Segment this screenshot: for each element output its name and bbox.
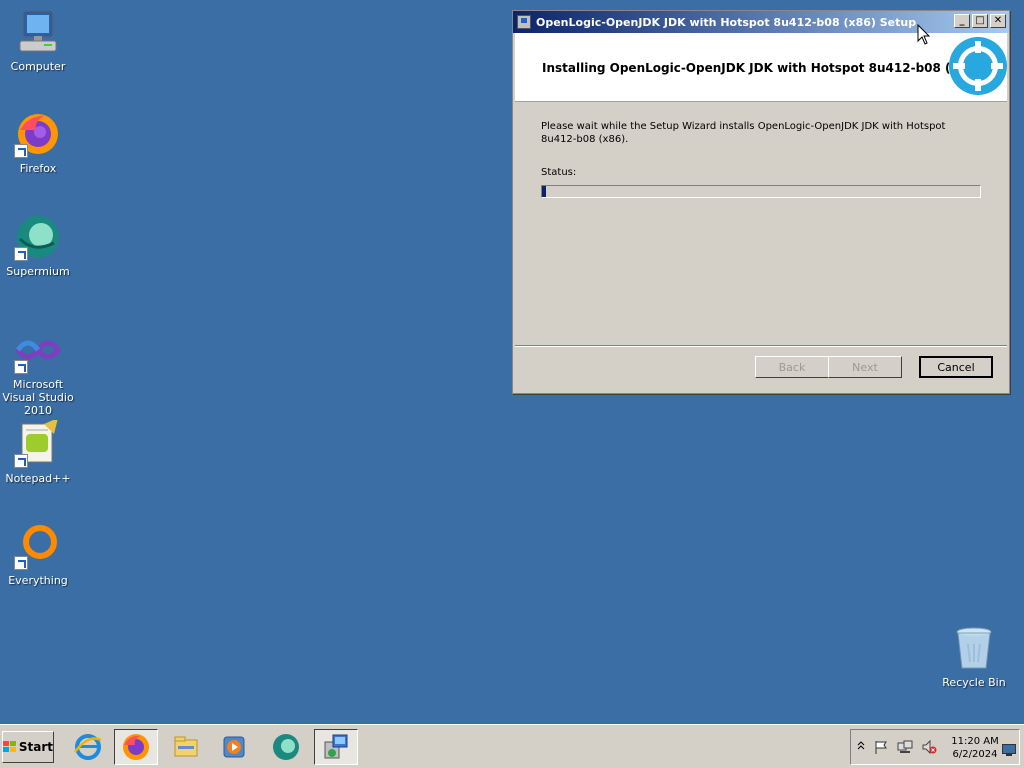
openlogic-logo-icon [949, 37, 1007, 95]
status-label: Status: [541, 167, 577, 178]
desktop-icon-supermium[interactable]: Supermium [0, 213, 78, 278]
shortcut-arrow-icon [14, 556, 28, 570]
media-player-icon [223, 736, 245, 758]
shortcut-arrow-icon [14, 454, 28, 468]
install-progress-bar [541, 185, 981, 198]
desktop-icon-label: Supermium [6, 265, 70, 278]
shortcut-arrow-icon [14, 360, 28, 374]
windows-logo-icon [3, 741, 17, 753]
maximize-icon: □ [975, 15, 985, 26]
desktop-icon-notepadpp[interactable]: Notepad++ [0, 418, 78, 485]
progress-fill [542, 186, 547, 197]
action-center-flag-icon[interactable] [873, 739, 889, 759]
clock-date: 6/2/2024 [952, 749, 998, 760]
firefox-icon [14, 110, 62, 158]
taskbar: Start 11:20 AM 6/2/2024 [0, 724, 1024, 768]
next-button[interactable]: Next [828, 356, 902, 378]
close-button[interactable]: ✕ [990, 14, 1006, 28]
desktop-icon-label: Firefox [19, 162, 57, 175]
desktop-icon-visual-studio[interactable]: Microsoft Visual Studio 2010 [0, 326, 78, 417]
taskbar-app-internet-explorer[interactable] [66, 729, 110, 765]
desktop-icon-everything[interactable]: Everything [0, 522, 78, 587]
shortcut-arrow-icon [14, 144, 28, 158]
volume-muted-icon[interactable] [921, 739, 937, 759]
desktop-icon-firefox[interactable]: Firefox [0, 110, 78, 175]
footer-divider [515, 345, 1007, 347]
desktop-icon-label: Notepad++ [5, 472, 71, 485]
installer-icon [517, 15, 531, 29]
notepadpp-icon [14, 418, 62, 468]
folder-icon [174, 736, 198, 757]
window-titlebar[interactable]: OpenLogic-OpenJDK JDK with Hotspot 8u412… [513, 11, 1009, 33]
firefox-icon [123, 734, 149, 760]
taskbar-app-setup-installer[interactable] [314, 729, 358, 765]
recycle-bin-icon [950, 624, 998, 672]
close-icon: ✕ [993, 15, 1003, 26]
taskbar-app-file-explorer[interactable] [164, 729, 208, 765]
minimize-button[interactable]: _ [954, 14, 970, 28]
setup-window[interactable]: OpenLogic-OpenJDK JDK with Hotspot 8u412… [512, 10, 1010, 394]
cancel-button[interactable]: Cancel [919, 356, 993, 378]
supermium-icon [14, 213, 62, 261]
window-title: OpenLogic-OpenJDK JDK with Hotspot 8u412… [536, 15, 917, 29]
taskbar-clock[interactable]: 11:20 AM 6/2/2024 [951, 735, 999, 761]
computer-icon [14, 8, 62, 56]
show-hidden-icons-chevron-icon[interactable] [857, 740, 865, 755]
internet-explorer-icon [73, 734, 102, 760]
everything-search-icon [14, 522, 62, 570]
desktop-icon-recycle-bin[interactable]: Recycle Bin [934, 624, 1014, 689]
taskbar-app-firefox[interactable] [114, 729, 158, 765]
wizard-description: Please wait while the Setup Wizard insta… [541, 121, 946, 145]
start-button[interactable]: Start [2, 731, 54, 763]
desktop-icon-label: Computer [10, 60, 66, 73]
desktop-icon-label: Recycle Bin [942, 676, 1006, 689]
shortcut-arrow-icon [14, 247, 28, 261]
taskbar-app-supermium[interactable] [264, 729, 308, 765]
clock-time: 11:20 AM [951, 736, 999, 747]
supermium-icon [273, 734, 299, 760]
wizard-header-title: Installing OpenLogic-OpenJDK JDK with Ho… [542, 61, 981, 75]
desktop-icon-label: Microsoft Visual Studio 2010 [2, 378, 74, 417]
wizard-header: Installing OpenLogic-OpenJDK JDK with Ho… [515, 33, 1007, 102]
installer-icon [324, 734, 348, 759]
system-tray: 11:20 AM 6/2/2024 [850, 729, 1020, 765]
visual-studio-icon [14, 326, 62, 374]
show-desktop-icon[interactable] [1002, 741, 1016, 760]
start-label: Start [18, 740, 53, 754]
maximize-button[interactable]: □ [972, 14, 988, 28]
desktop-icon-label: Everything [8, 574, 68, 587]
minimize-icon: _ [959, 15, 965, 26]
taskbar-app-media-player[interactable] [212, 729, 256, 765]
network-icon[interactable] [897, 739, 913, 759]
desktop-icon-computer[interactable]: Computer [0, 8, 78, 73]
back-button[interactable]: Back [755, 356, 829, 378]
